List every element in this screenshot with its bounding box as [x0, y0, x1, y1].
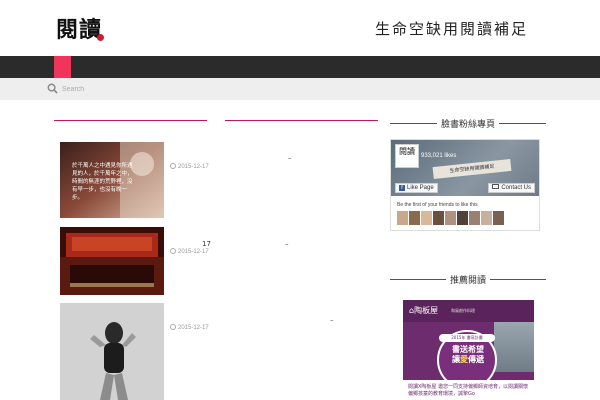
- fb-friend-faces: [397, 210, 505, 225]
- fb-like-page-button[interactable]: f Like Page: [395, 183, 438, 193]
- fb-contact-button[interactable]: Contact Us: [488, 183, 535, 193]
- search-input[interactable]: [62, 81, 362, 97]
- fb-likes-count: 933,021 likes: [421, 153, 457, 159]
- site-logo[interactable]: 閱讀: [56, 12, 102, 44]
- friend-avatar[interactable]: [469, 211, 480, 225]
- post-excerpt-dash: –: [285, 240, 289, 248]
- friend-avatar[interactable]: [445, 211, 456, 225]
- promo-brand-sub: 和風創作料理: [451, 308, 475, 313]
- recommend-widget-heading: 推薦閱讀: [390, 273, 546, 286]
- promo-photo: [494, 322, 534, 372]
- recommend-widget-title: 推薦閱讀: [445, 276, 490, 286]
- fb-page-logo[interactable]: 閱讀: [395, 144, 419, 168]
- site-header: 閱讀 生命空缺用閱讀補足: [0, 0, 600, 56]
- fb-widget-title: 臉書粉絲專頁: [436, 120, 499, 130]
- left-column-divider: [54, 120, 207, 121]
- site-tagline: 生命空缺用閱讀補足: [374, 20, 528, 38]
- home-menu-button[interactable]: [54, 56, 71, 78]
- friend-avatar[interactable]: [397, 211, 408, 225]
- post-excerpt-dash: –: [288, 154, 292, 162]
- clock-icon: [170, 324, 176, 330]
- woman-portrait-image: [60, 303, 164, 400]
- fb-widget-heading: 臉書粉絲專頁: [390, 117, 546, 130]
- facebook-icon: f: [399, 185, 405, 191]
- search-icon[interactable]: [47, 83, 58, 94]
- post-date: 2015-12-17: [170, 163, 209, 170]
- promo-body-text: 閱讀X陶板屋 邀您一同支持偏鄉師資培育，以閱讀關懷偏鄉孩童的教育環境，誠摯Go: [408, 384, 529, 397]
- facebook-page-widget[interactable]: 閱讀 933,021 likes 生命空缺用閱讀補足 f Like Page Co…: [390, 139, 540, 231]
- friend-avatar[interactable]: [457, 211, 468, 225]
- clock-icon: [170, 248, 176, 254]
- promo-brand: ⌂陶板屋: [409, 306, 439, 315]
- post-date: 2015-12-17: [170, 248, 209, 255]
- post-date: 2015-12-17: [170, 324, 209, 331]
- promo-pill: 2015年 書寫計畫: [439, 334, 495, 342]
- search-bar: [0, 78, 600, 100]
- middle-column-divider: [225, 120, 378, 121]
- post-thumbnail-quote: 於千萬人之中遇見你所遇見的人，於千萬年之中，時間的無涯的荒野裡，沒有早一步，也沒…: [72, 163, 133, 201]
- friend-avatar[interactable]: [481, 211, 492, 225]
- concert-hall-image: [60, 227, 164, 295]
- promo-banner[interactable]: ⌂陶板屋 和風創作料理 2015年 書寫計畫 書送希望 讓愛傳遞 閱讀X陶板屋 …: [403, 300, 534, 400]
- promo-header: ⌂陶板屋 和風創作料理: [403, 300, 534, 322]
- fb-friends-text: Be the first of your friends to like thi…: [397, 202, 478, 208]
- post-item[interactable]: [60, 303, 164, 400]
- friend-avatar[interactable]: [421, 211, 432, 225]
- post-excerpt-dash: –: [330, 316, 334, 324]
- friend-avatar[interactable]: [409, 211, 420, 225]
- post-item[interactable]: [60, 227, 164, 295]
- post-number: 17: [202, 240, 211, 248]
- logo-dot: [97, 34, 104, 41]
- fb-cover-image: 閱讀 933,021 likes 生命空缺用閱讀補足 f Like Page Co…: [391, 140, 539, 196]
- post-thumbnail[interactable]: 於千萬人之中遇見你所遇見的人，於千萬年之中，時間的無涯的荒野裡，沒有早一步，也沒…: [60, 142, 164, 218]
- promo-headline: 書送希望 讓愛傳遞: [452, 345, 484, 364]
- post-item[interactable]: 於千萬人之中遇見你所遇見的人，於千萬年之中，時間的無涯的荒野裡，沒有早一步，也沒…: [60, 142, 164, 218]
- friend-avatar[interactable]: [493, 211, 504, 225]
- friend-avatar[interactable]: [433, 211, 444, 225]
- main-nav: [0, 56, 600, 78]
- post-thumbnail[interactable]: [60, 303, 164, 400]
- clock-icon: [170, 163, 176, 169]
- mail-icon: [492, 184, 500, 189]
- fb-cover-paper: 生命空缺用閱讀補足: [432, 158, 512, 180]
- post-thumbnail[interactable]: [60, 227, 164, 295]
